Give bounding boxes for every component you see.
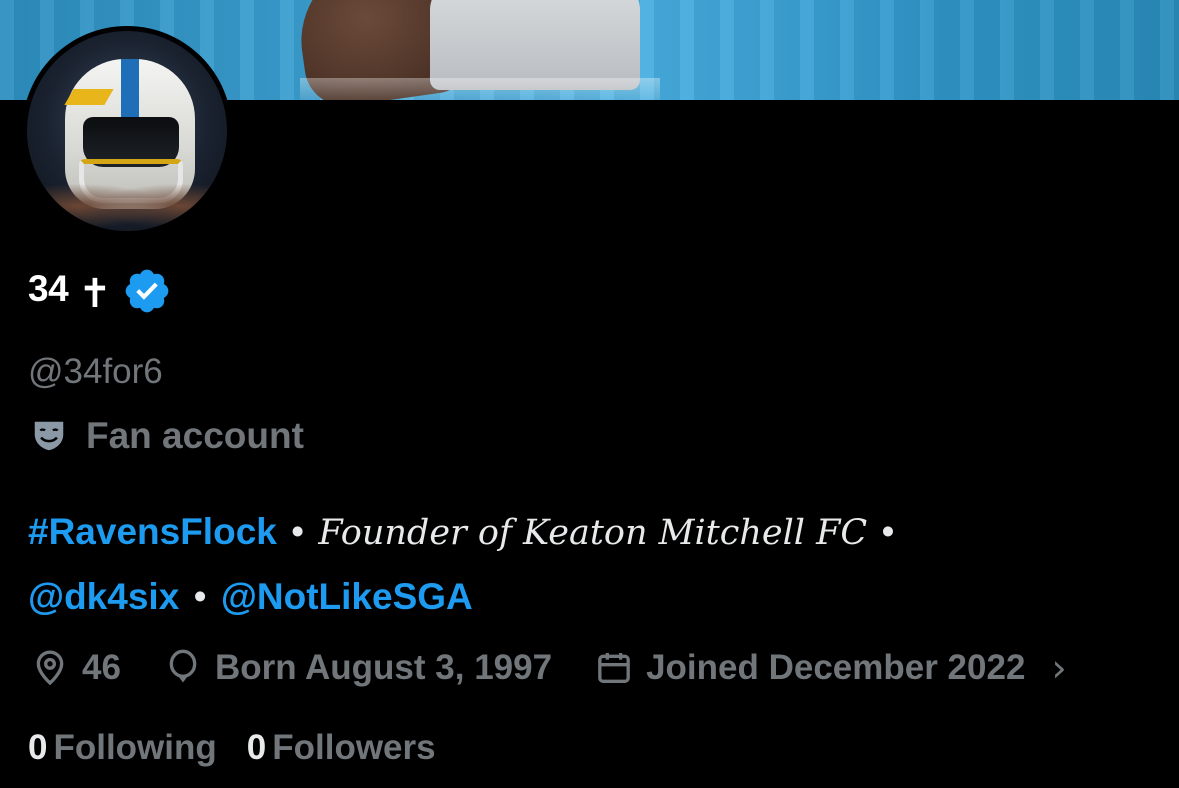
calendar-icon: [598, 653, 630, 683]
affiliation-row[interactable]: Fan account: [30, 415, 304, 457]
chevron-right-icon[interactable]: ›: [1051, 646, 1066, 690]
followers-label: Followers: [272, 728, 436, 767]
followers-count: 0: [246, 728, 267, 767]
following-count: 0: [28, 728, 48, 767]
profile-handle: @34for6: [28, 352, 163, 391]
name-row: 34 ✝: [28, 262, 172, 316]
bio-separator: •: [881, 511, 895, 552]
followers-link[interactable]: 0 Followers: [247, 728, 436, 768]
theater-mask-icon: [34, 421, 64, 451]
banner-table: [300, 78, 660, 100]
mention-link[interactable]: @NotLikeSGA: [221, 576, 473, 617]
avatar[interactable]: [22, 26, 232, 236]
location-text: 46: [82, 648, 121, 687]
birthday-item: Born August 3, 1997: [163, 648, 552, 688]
following-label: Following: [53, 728, 217, 767]
balloon-icon: [169, 649, 197, 683]
birthday-text: Born August 3, 1997: [214, 648, 553, 687]
display-name: 34: [28, 268, 69, 309]
location-pin-icon: [36, 650, 64, 686]
avatar-image: [27, 31, 227, 231]
bio-text: Founder of Keaton Mitchell FC: [318, 513, 868, 553]
profile-page: 34 ✝ @34for6 Fan account #RavensFlock • …: [0, 0, 1179, 788]
joined-item[interactable]: Joined December 2022 ›: [594, 646, 1067, 690]
affiliation-label: Fan account: [86, 415, 304, 456]
follow-stats: 0 Following 0 Followers: [28, 728, 436, 768]
bio-separator: •: [291, 511, 305, 552]
joined-text: Joined December 2022: [646, 648, 1026, 687]
following-link[interactable]: 0 Following: [28, 728, 217, 768]
cross-icon: ✝: [78, 271, 112, 317]
bio-separator: •: [193, 576, 207, 617]
hands-graphic: [45, 171, 215, 231]
location-item: 46: [30, 648, 121, 688]
mention-link[interactable]: @dk4six: [28, 576, 179, 617]
hashtag-link[interactable]: #RavensFlock: [28, 511, 277, 552]
profile-meta-row: 46 Born August 3, 1997 Joined December 2…: [30, 642, 1067, 694]
verified-badge-icon[interactable]: [122, 266, 172, 316]
banner-shirt: [430, 0, 640, 90]
profile-bio: #RavensFlock • Founder of Keaton Mitchel…: [28, 500, 1158, 629]
